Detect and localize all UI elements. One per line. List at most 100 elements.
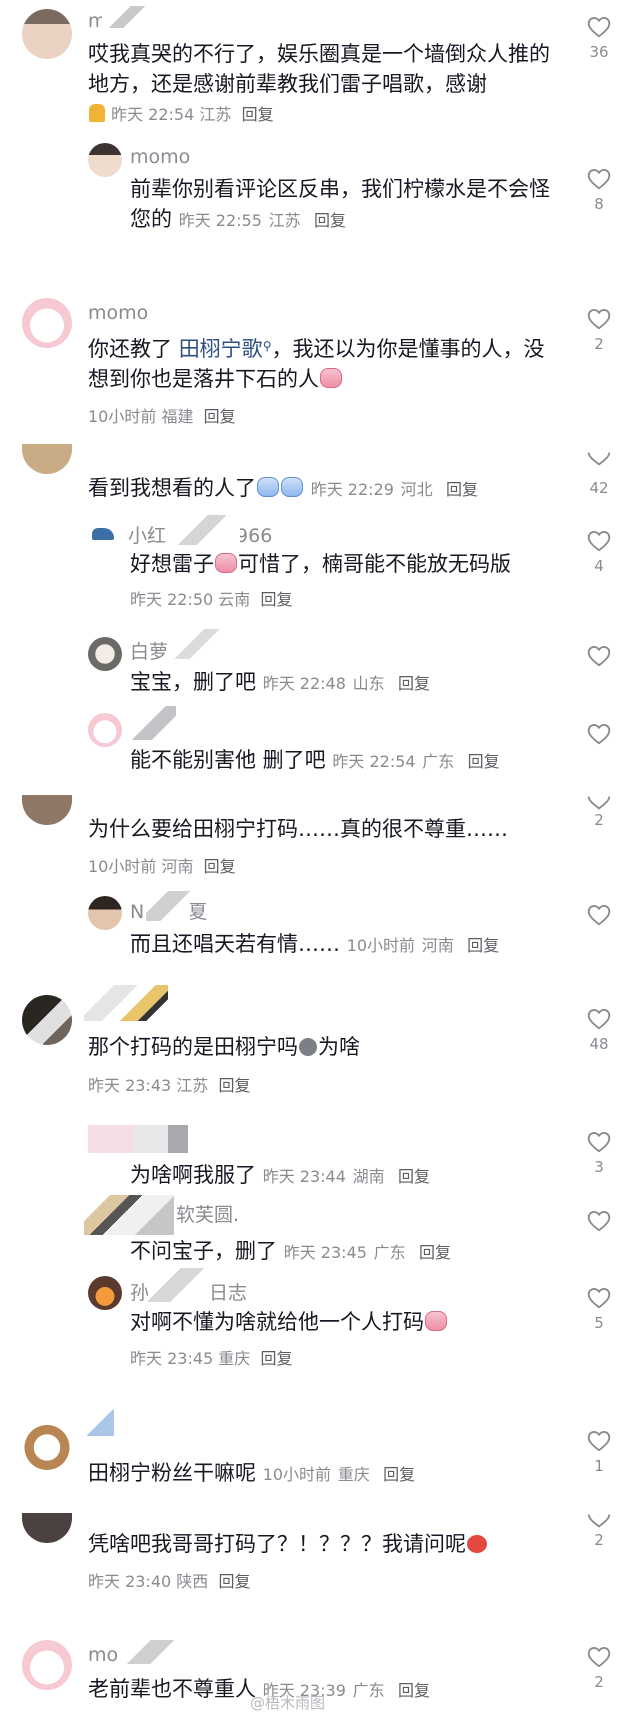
- comment-location: 广东: [373, 1243, 406, 1262]
- like-button[interactable]: 2: [586, 306, 612, 352]
- reply-button[interactable]: 回复: [242, 105, 274, 124]
- angry-emoji-icon: [467, 1535, 487, 1553]
- comment-time: 昨天 22:55: [178, 211, 262, 230]
- comment-text: 宝宝，删了吧 昨天 22:48 山东 回复: [130, 670, 430, 694]
- redaction-mask: [118, 1640, 188, 1664]
- reply-button[interactable]: 回复: [467, 936, 499, 955]
- like-count: 4: [594, 557, 604, 575]
- comment-text: 不问宝子，删了 昨天 23:45 广东 回复: [130, 1239, 451, 1263]
- like-count: 2: [594, 1531, 604, 1549]
- avatar[interactable]: [22, 1640, 72, 1690]
- like-count: 42: [589, 479, 609, 497]
- heart-icon: [586, 721, 612, 747]
- avatar[interactable]: [88, 143, 122, 177]
- avatar[interactable]: [88, 896, 122, 930]
- like-button[interactable]: 2: [586, 1514, 612, 1548]
- username[interactable]: 软芙圆.: [176, 1200, 239, 1227]
- reply-button[interactable]: 回复: [446, 480, 478, 499]
- comment-time: 10小时前: [346, 936, 416, 955]
- like-count: 8: [594, 195, 604, 213]
- like-button[interactable]: 1: [586, 1428, 612, 1474]
- comment-location: 重庆: [337, 1465, 370, 1484]
- avatar[interactable]: [22, 1513, 72, 1543]
- crying-emoji-icon: [425, 1311, 447, 1331]
- username[interactable]: mo: [88, 1640, 188, 1666]
- comment-text: 老前辈也不尊重人 昨天 23:39 广东 回复: [88, 1677, 430, 1701]
- redaction-mask: [174, 629, 220, 659]
- reply-button[interactable]: 回复: [398, 1681, 430, 1700]
- comment-location: 河南: [421, 936, 454, 955]
- like-button[interactable]: 42: [586, 452, 612, 496]
- like-button[interactable]: [586, 643, 612, 669]
- pray-emoji-icon: [89, 104, 105, 122]
- username[interactable]: m: [88, 6, 152, 32]
- like-button[interactable]: 8: [586, 166, 612, 212]
- username[interactable]: 白萝: [130, 629, 220, 664]
- comment-time: 昨天 22:54: [111, 105, 195, 124]
- avatar[interactable]: [22, 444, 72, 474]
- username[interactable]: N夏: [130, 891, 207, 924]
- reply-button[interactable]: 回复: [260, 1349, 292, 1368]
- reply-button[interactable]: 回复: [314, 211, 346, 230]
- username[interactable]: momo: [130, 146, 190, 168]
- heart-icon: [587, 796, 611, 810]
- avatar[interactable]: [88, 713, 122, 747]
- avatar[interactable]: [88, 637, 122, 671]
- heart-icon: [586, 1006, 612, 1032]
- like-button[interactable]: 3: [586, 1129, 612, 1175]
- crying-emoji-icon: [257, 477, 279, 497]
- avatar[interactable]: [22, 298, 72, 348]
- comment-time: 昨天 22:54: [332, 752, 416, 771]
- avatar[interactable]: [22, 1420, 72, 1470]
- reply-button[interactable]: 回复: [218, 1076, 250, 1095]
- comment-text: 能不能别害他 删了吧 昨天 22:54 广东 回复: [130, 748, 500, 772]
- avatar[interactable]: [22, 995, 72, 1045]
- comment-location: 江苏: [199, 105, 232, 124]
- reply-button[interactable]: 回复: [398, 1167, 430, 1186]
- comment-text: 你还教了 田栩宁歌⚲，我还以为你是懂事的人，没想到你也是落井下石的人: [88, 337, 545, 391]
- like-button[interactable]: 2: [586, 796, 612, 828]
- comment-text: 前辈你别看评论区反串，我们柠檬水是不会怪您的 昨天 22:55 江苏 回复: [130, 177, 550, 231]
- reply-button[interactable]: 回复: [218, 1572, 250, 1591]
- reply-button[interactable]: 回复: [398, 674, 430, 693]
- like-button[interactable]: [586, 1208, 612, 1234]
- comment-text: 看到我想看的人了 昨天 22:29 河北 回复: [88, 476, 478, 500]
- like-button[interactable]: 2: [586, 1644, 612, 1690]
- like-button[interactable]: [586, 721, 612, 747]
- comment-time: 昨天 23:40: [88, 1572, 172, 1591]
- comment-time: 10小时前: [88, 857, 157, 876]
- reply-button[interactable]: 回复: [468, 752, 500, 771]
- like-button[interactable]: [586, 902, 612, 928]
- like-button[interactable]: 48: [586, 1006, 612, 1052]
- heart-icon: [586, 14, 612, 40]
- redaction-mask: [146, 891, 190, 921]
- avatar[interactable]: [88, 1276, 122, 1310]
- reply-button[interactable]: 回复: [204, 857, 236, 876]
- redaction-mask: [88, 1125, 188, 1153]
- heart-icon: [586, 528, 612, 554]
- reply-button[interactable]: 回复: [383, 1465, 415, 1484]
- comment-location: 云南: [218, 590, 251, 609]
- comment-location: 江苏: [268, 211, 301, 230]
- user-mention-link[interactable]: 田栩宁歌: [179, 337, 263, 361]
- comment-location: 江苏: [176, 1076, 209, 1095]
- reply-button[interactable]: 回复: [204, 407, 236, 426]
- comment-time: 昨天 23:44: [262, 1167, 346, 1186]
- heart-icon: [586, 166, 612, 192]
- avatar[interactable]: [22, 795, 72, 825]
- comment-location: 广东: [352, 1681, 385, 1700]
- username[interactable]: 小红 966: [128, 515, 272, 548]
- heart-icon: [586, 306, 612, 332]
- comment-location: 山东: [352, 674, 385, 693]
- redaction-mask: [84, 1195, 174, 1235]
- reply-button[interactable]: 回复: [260, 590, 292, 609]
- username[interactable]: momo: [88, 302, 148, 324]
- username[interactable]: 孙日志: [130, 1268, 247, 1305]
- like-button[interactable]: 4: [586, 528, 612, 574]
- reply-button[interactable]: 回复: [419, 1243, 451, 1262]
- like-button[interactable]: 5: [586, 1285, 612, 1331]
- comment-text: 田栩宁粉丝干嘛呢 10小时前 重庆 回复: [88, 1461, 416, 1485]
- like-count: 36: [589, 43, 609, 61]
- like-button[interactable]: 36: [586, 14, 612, 60]
- avatar[interactable]: [22, 9, 72, 59]
